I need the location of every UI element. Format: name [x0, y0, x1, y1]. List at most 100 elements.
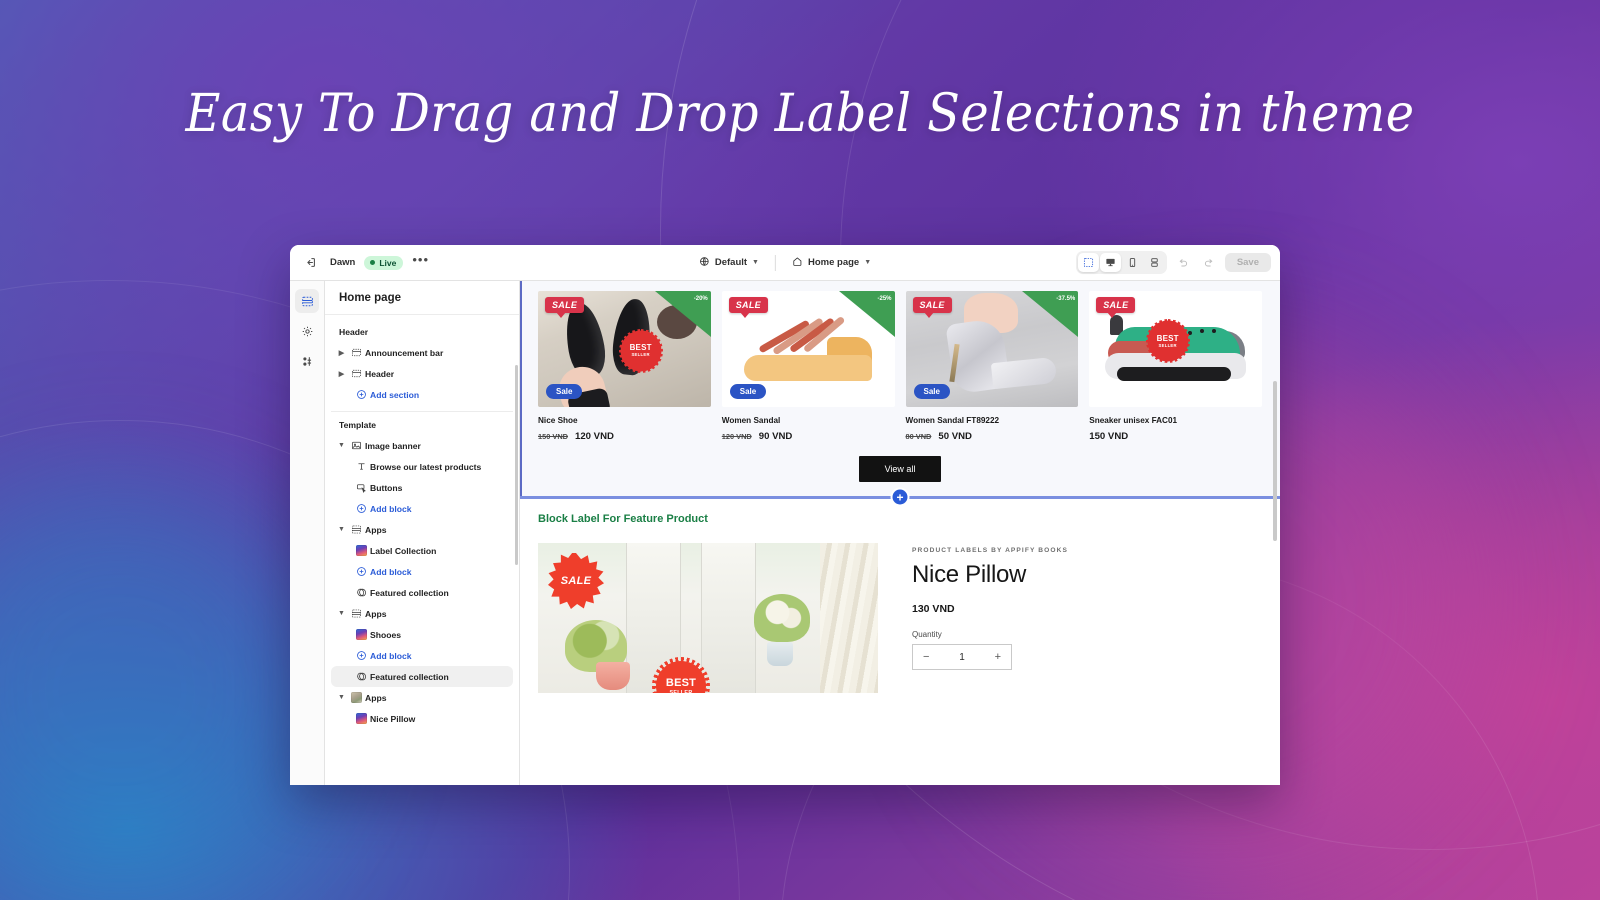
feature-product-section[interactable]: Block Label For Feature Product SALE BES…: [520, 497, 1280, 785]
app-thumb-icon: [353, 545, 370, 556]
product-prices: 80 VND 50 VND: [906, 431, 1079, 442]
chevron-down-icon[interactable]: ▼: [335, 694, 348, 701]
chevron-down-icon[interactable]: ▼: [335, 610, 348, 617]
sidebar-item-apps-3[interactable]: ▼ Apps: [331, 687, 513, 708]
divider: [774, 254, 776, 271]
best-seller-bottom: SELLER: [1158, 342, 1177, 348]
sidebar-item-shooes[interactable]: Shooes: [331, 624, 513, 645]
section-icon: [348, 347, 365, 358]
sale-label: SALE: [545, 297, 585, 318]
status-dot-icon: [370, 260, 376, 265]
sale-label: SALE: [1096, 297, 1136, 318]
sidebar-item-apps-2[interactable]: ▼ Apps: [331, 603, 513, 624]
sidebar-item-label: Featured collection: [370, 671, 449, 682]
quantity-stepper[interactable]: − 1 +: [912, 644, 1012, 670]
page-selector[interactable]: Home page ▼: [786, 253, 877, 273]
preview-scrollbar[interactable]: [1273, 381, 1277, 541]
add-block-button[interactable]: Add block: [331, 645, 513, 666]
exit-icon[interactable]: [299, 252, 321, 274]
chevron-down-icon[interactable]: ▼: [335, 442, 348, 449]
sidebar-item-label: Nice Pillow: [370, 713, 416, 724]
add-block-label: Add block: [370, 566, 412, 577]
chevron-right-icon[interactable]: ▶: [335, 349, 348, 357]
status-badge: Live: [364, 255, 404, 270]
discount-corner-badge: -20%: [654, 291, 711, 337]
device-toggle-group: [1075, 251, 1167, 274]
product-card[interactable]: SALE BEST SELLER Sneaker unisex FAC01 15…: [1089, 291, 1262, 442]
text-icon: [353, 461, 370, 472]
theme-name: Dawn: [330, 257, 356, 268]
best-seller-bottom: SELLER: [631, 352, 650, 358]
plus-circle-icon: [353, 566, 370, 577]
price-sale: 90 VND: [758, 431, 793, 442]
sidebar-item-announcement-bar[interactable]: ▶ Announcement bar: [331, 342, 513, 363]
collection-icon: [353, 671, 370, 682]
best-seller-top: BEST: [665, 676, 697, 689]
settings-rail-icon[interactable]: [295, 319, 319, 343]
sidebar-item-image-banner[interactable]: ▼ Image banner: [331, 435, 513, 456]
sidebar-item-heading-block[interactable]: Browse our latest products: [331, 456, 513, 477]
product-title: Nice Shoe: [538, 416, 578, 425]
best-seller-top: BEST: [1156, 333, 1179, 343]
add-section-label: Add section: [370, 389, 420, 400]
sidebar-item-buttons-block[interactable]: Buttons: [331, 477, 513, 498]
apps-rail-icon[interactable]: [295, 349, 319, 373]
quantity-decrease-button[interactable]: −: [923, 651, 929, 663]
sidebar-item-header[interactable]: ▶ Header: [331, 363, 513, 384]
sidebar-item-label-collection[interactable]: Label Collection: [331, 540, 513, 561]
desktop-icon[interactable]: [1099, 253, 1121, 272]
locale-selector[interactable]: Default ▼: [693, 253, 765, 273]
topbar-right-group: Save: [1075, 251, 1271, 274]
undo-icon[interactable]: [1173, 253, 1193, 273]
section-icon: [348, 368, 365, 379]
chevron-down-icon[interactable]: ▼: [335, 526, 348, 533]
apps-icon: [348, 524, 365, 535]
product-image: -37.5% SALE Sale: [905, 291, 1079, 407]
page-label: Home page: [807, 257, 860, 268]
sidebar-item-featured-collection-2[interactable]: Featured collection: [331, 666, 513, 687]
discount-percent: -25%: [877, 296, 892, 302]
add-section-button[interactable]: Add section: [331, 384, 513, 405]
product-prices: 120 VND 90 VND: [722, 431, 895, 442]
quantity-value[interactable]: 1: [959, 652, 965, 663]
featured-collection-section[interactable]: -20% SALE BEST SELLER Sale Nice Shoe 150…: [520, 281, 1280, 497]
sidebar-item-label: Image banner: [365, 440, 421, 451]
product-card[interactable]: -37.5% SALE Sale Women Sandal FT89222 80…: [905, 291, 1079, 442]
collection-icon: [353, 587, 370, 598]
best-seller-badge: BEST SELLER: [1145, 319, 1190, 364]
sidebar-item-nice-pillow[interactable]: Nice Pillow: [331, 708, 513, 729]
redo-icon[interactable]: [1199, 253, 1219, 273]
plus-circle-icon: [353, 650, 370, 661]
price-original: 150 VND: [538, 432, 568, 441]
sections-rail-icon[interactable]: [295, 289, 319, 313]
page-headline: Easy To Drag and Drop Label Selections i…: [185, 84, 1415, 144]
view-all-button[interactable]: View all: [858, 456, 942, 482]
theme-editor-window: Dawn Live ••• Default ▼ Home page ▼ Save…: [290, 245, 1280, 785]
quantity-label: Quantity: [912, 630, 942, 639]
price-sale: 120 VND: [575, 431, 614, 442]
product-card[interactable]: -20% SALE BEST SELLER Sale Nice Shoe 150…: [538, 291, 711, 442]
add-section-inline-button[interactable]: +: [892, 489, 908, 505]
product-card[interactable]: -25% SALE Sale Women Sandal 120 VND 90 V…: [721, 291, 895, 442]
mobile-icon[interactable]: [1122, 253, 1143, 272]
add-block-button[interactable]: Add block: [331, 561, 513, 582]
fullscreen-icon[interactable]: [1144, 253, 1165, 272]
sidebar-item-apps-1[interactable]: ▼ Apps: [331, 519, 513, 540]
topbar-left-group: Dawn Live •••: [299, 252, 429, 274]
price-sale: 50 VND: [938, 431, 972, 442]
cursor-select-icon[interactable]: [1077, 253, 1099, 272]
feature-product-price: 130 VND: [912, 603, 955, 615]
save-button[interactable]: Save: [1224, 253, 1271, 272]
quantity-increase-button[interactable]: +: [995, 651, 1001, 663]
sidebar-scrollbar[interactable]: [514, 365, 518, 565]
more-options-button[interactable]: •••: [412, 253, 429, 269]
app-thumb-icon: [353, 713, 370, 724]
sidebar-item-label: Apps: [365, 608, 387, 619]
chevron-down-icon: ▼: [864, 259, 872, 266]
add-block-button[interactable]: Add block: [331, 498, 513, 519]
app-thumb-icon: [353, 629, 370, 640]
best-seller-badge: BEST SELLER: [652, 657, 710, 693]
product-image: SALE BEST SELLER: [1089, 291, 1262, 407]
chevron-right-icon[interactable]: ▶: [335, 370, 348, 378]
sidebar-item-featured-collection-1[interactable]: Featured collection: [331, 582, 513, 603]
